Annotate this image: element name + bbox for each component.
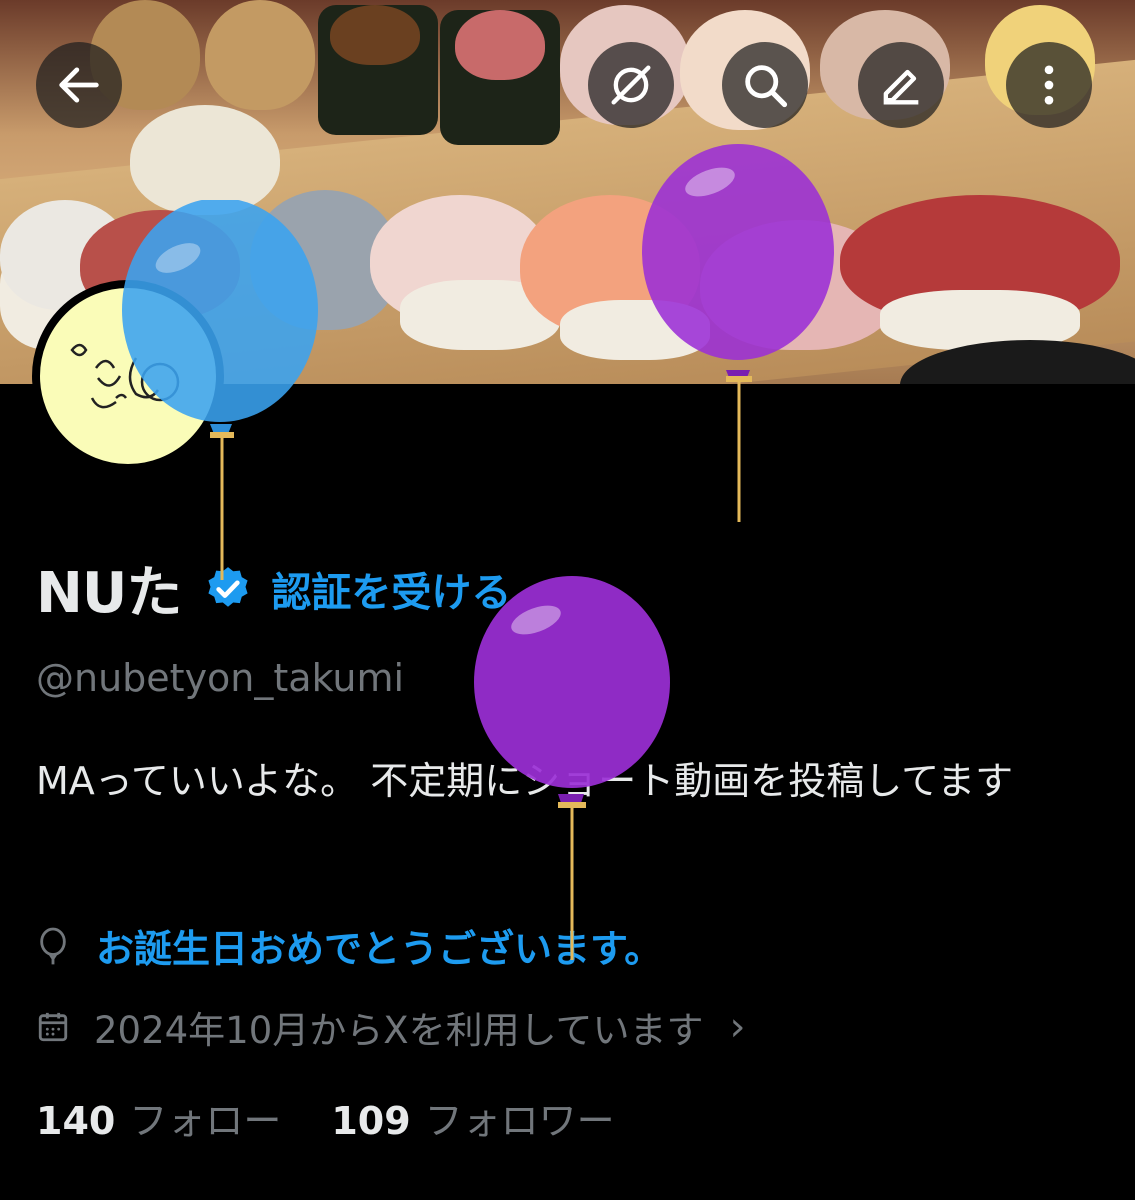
edit-icon — [883, 69, 919, 105]
profile-name-row: NUた 認証を受ける — [36, 548, 511, 629]
arrow-left-icon — [59, 67, 99, 103]
more-vertical-icon — [1044, 65, 1054, 105]
profile-bio: MAっていいよな。 不定期にショート動画を投稿してます — [36, 759, 1014, 803]
calendar-icon — [38, 1012, 68, 1042]
following-label: フォロー — [129, 1099, 282, 1143]
birthday-row: お誕生日おめでとうございます。 — [36, 918, 662, 973]
chevron-right-icon: › — [729, 1004, 746, 1050]
following-count: 140 — [36, 1099, 116, 1143]
banner-sushi — [455, 10, 545, 80]
get-verified-link[interactable]: 認証を受ける — [271, 560, 511, 618]
verified-badge-icon[interactable] — [203, 564, 253, 614]
banner-sushi — [130, 105, 280, 215]
user-handle: @nubetyon_takumi — [36, 656, 405, 700]
banner-sushi — [330, 5, 420, 65]
joined-row[interactable]: 2024年10月からXを利用しています › — [36, 1000, 745, 1054]
display-name: NUた — [36, 561, 182, 626]
follow-stats: 140 フォロー 109 フォロワー — [36, 1090, 615, 1145]
followers-count: 109 — [331, 1099, 411, 1143]
search-button[interactable] — [722, 42, 808, 128]
following-link[interactable]: 140 フォロー — [36, 1090, 281, 1145]
back-button[interactable] — [36, 42, 122, 128]
avatar-doodle — [70, 343, 180, 409]
followers-link[interactable]: 109 フォロワー — [331, 1090, 614, 1145]
avatar[interactable] — [32, 280, 224, 472]
banner-sushi — [205, 0, 315, 110]
edit-button[interactable] — [858, 42, 944, 128]
birthday-text: お誕生日おめでとうございます。 — [96, 927, 663, 971]
grok-button[interactable] — [588, 42, 674, 128]
search-icon — [745, 65, 788, 108]
balloon-icon — [40, 927, 66, 964]
more-button[interactable] — [1006, 42, 1092, 128]
grok-icon — [611, 65, 651, 105]
followers-label: フォロワー — [424, 1099, 615, 1143]
banner-sushi — [560, 300, 710, 360]
joined-text: 2024年10月からXを利用しています — [94, 1009, 704, 1052]
